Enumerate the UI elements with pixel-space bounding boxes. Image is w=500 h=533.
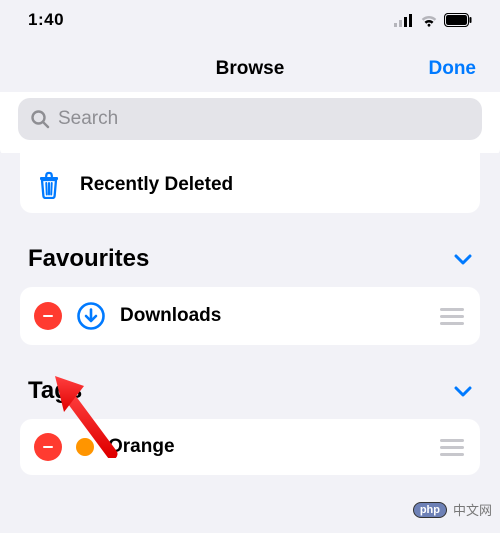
status-icons: [394, 13, 472, 27]
watermark: php 中文网: [413, 500, 492, 519]
trash-icon: [36, 171, 62, 199]
search-icon: [30, 109, 50, 129]
chevron-down-icon: [454, 385, 472, 397]
downloads-icon: [76, 301, 106, 331]
section-title: Tags: [28, 377, 82, 405]
remove-button[interactable]: [34, 433, 62, 461]
search-placeholder: Search: [58, 108, 118, 130]
nav-bar: Browse Done: [0, 34, 500, 92]
sidebar-item-recently-deleted[interactable]: Recently Deleted: [20, 157, 480, 213]
section-header-tags[interactable]: Tags: [14, 345, 486, 419]
clock: 1:40: [28, 10, 64, 30]
chevron-down-icon: [454, 253, 472, 265]
watermark-pill: php: [413, 502, 447, 518]
favourite-item-downloads[interactable]: Downloads: [20, 287, 480, 345]
watermark-text: 中文网: [453, 500, 492, 519]
tag-color-icon: [76, 438, 94, 456]
remove-button[interactable]: [34, 302, 62, 330]
battery-icon: [444, 13, 472, 27]
status-bar: 1:40: [0, 0, 500, 34]
cellular-icon: [394, 14, 414, 27]
drag-handle-icon[interactable]: [440, 308, 464, 325]
list-item-label: Recently Deleted: [80, 174, 233, 196]
drag-handle-icon[interactable]: [440, 439, 464, 456]
done-button[interactable]: Done: [429, 58, 477, 80]
search-input[interactable]: Search: [18, 98, 482, 140]
wifi-icon: [420, 14, 438, 27]
page-title: Browse: [216, 58, 285, 80]
tag-item-orange[interactable]: Orange: [20, 419, 480, 475]
list-item-label: Orange: [108, 436, 175, 458]
list-item-label: Downloads: [120, 305, 221, 327]
section-title: Favourites: [28, 245, 149, 273]
section-header-favourites[interactable]: Favourites: [14, 213, 486, 287]
